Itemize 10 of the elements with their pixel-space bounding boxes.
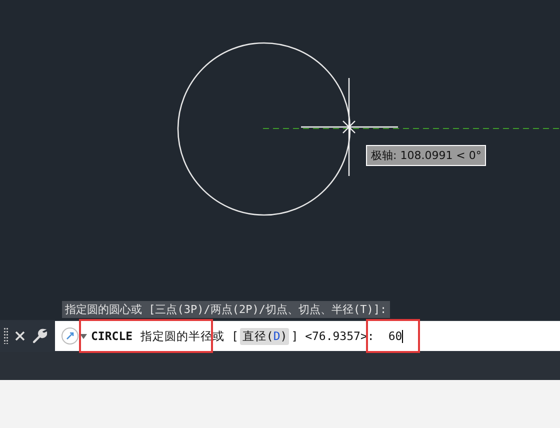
close-icon[interactable] (15, 331, 25, 341)
option-link[interactable]: 直径(D) (240, 328, 290, 344)
grip-icon[interactable] (4, 328, 8, 344)
polar-tooltip: 极轴: 108.0991 < 0° (366, 145, 486, 166)
wrench-icon[interactable] (32, 328, 48, 344)
caret-icon (80, 334, 87, 338)
typed-value: 60 (388, 329, 402, 343)
command-history: 指定圆的圆心或 [三点(3P)/两点(2P)/切点、切点、半径(T)]: (62, 301, 390, 318)
arrow-circle-icon (61, 327, 79, 345)
command-name: CIRCLE (91, 329, 133, 343)
